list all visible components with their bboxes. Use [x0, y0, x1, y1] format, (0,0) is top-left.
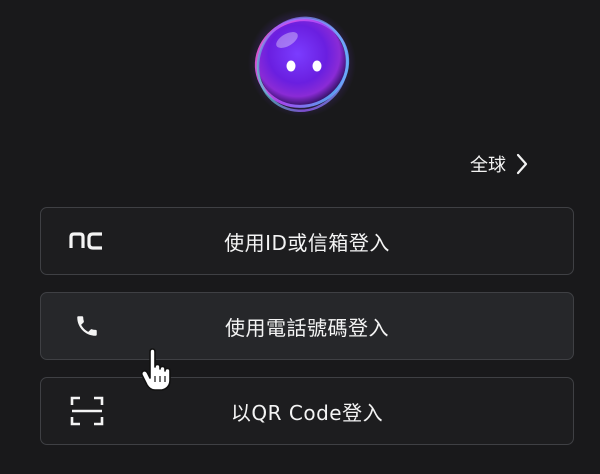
qr-scan-icon	[69, 393, 105, 429]
login-phone-label: 使用電話號碼登入	[225, 315, 389, 340]
login-screen: 全球 使用ID或信箱登入 使用電話號碼登入 以QR Code登入	[0, 0, 600, 474]
login-phone-button[interactable]: 使用電話號碼登入	[40, 292, 574, 360]
region-label: 全球	[470, 155, 506, 176]
login-qr-label: 以QR Code登入	[230, 400, 384, 425]
mascot-orb-icon	[248, 9, 356, 117]
login-id-email-button[interactable]: 使用ID或信箱登入	[40, 207, 574, 275]
chevron-right-icon	[516, 153, 528, 175]
phone-icon	[69, 308, 105, 344]
login-id-email-label: 使用ID或信箱登入	[224, 230, 390, 255]
nc-logo-icon	[69, 223, 105, 259]
region-selector[interactable]: 全球	[470, 150, 528, 178]
login-qr-button[interactable]: 以QR Code登入	[40, 377, 574, 445]
